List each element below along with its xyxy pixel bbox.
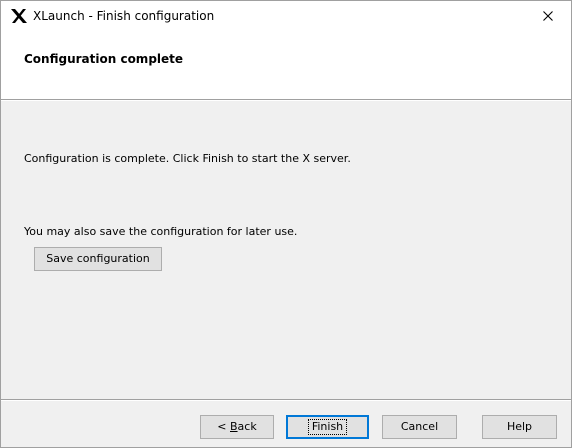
cancel-button-label: Cancel xyxy=(400,420,439,433)
title-bar[interactable]: XLaunch - Finish configuration xyxy=(1,1,571,31)
finish-button-label: Finish xyxy=(307,419,348,435)
save-configuration-label: Save configuration xyxy=(46,252,150,265)
help-button-label: Help xyxy=(506,420,533,433)
page-title: Configuration complete xyxy=(24,52,184,66)
close-icon xyxy=(543,11,553,21)
complete-message: Configuration is complete. Click Finish … xyxy=(24,152,351,165)
help-button[interactable]: Help xyxy=(482,415,557,439)
close-button[interactable] xyxy=(525,1,571,31)
back-button-label: < Back xyxy=(217,420,257,433)
save-message: You may also save the configuration for … xyxy=(24,225,298,238)
cancel-button[interactable]: Cancel xyxy=(382,415,457,439)
x-logo-icon xyxy=(10,8,28,24)
save-configuration-button[interactable]: Save configuration xyxy=(34,247,162,271)
window-title: XLaunch - Finish configuration xyxy=(33,9,215,23)
xlaunch-dialog-window: XLaunch - Finish configuration Configura… xyxy=(0,0,572,448)
back-button[interactable]: < Back xyxy=(200,415,274,439)
finish-button[interactable]: Finish xyxy=(286,415,369,439)
wizard-header: Configuration complete xyxy=(1,31,571,99)
